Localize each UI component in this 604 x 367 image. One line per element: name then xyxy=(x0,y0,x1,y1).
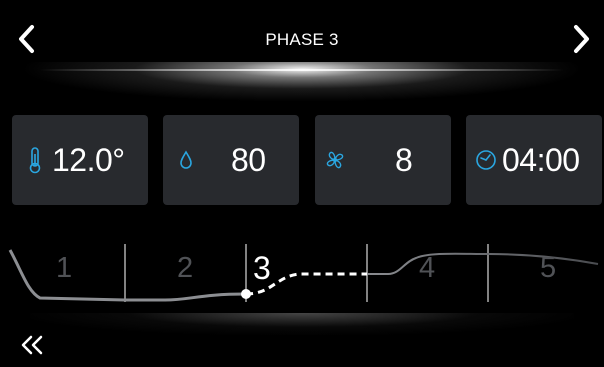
phase-curve-graph xyxy=(8,244,599,302)
humidity-card[interactable]: 80 xyxy=(163,115,299,205)
phase-label-2[interactable]: 2 xyxy=(177,252,193,285)
phase-label-5[interactable]: 5 xyxy=(540,252,556,285)
time-card[interactable]: 04:00 xyxy=(466,115,602,205)
page-title: PHASE 3 xyxy=(265,30,339,49)
temperature-value: 12.0° xyxy=(52,142,125,178)
water-drop-icon xyxy=(175,146,197,174)
phase-label-1[interactable]: 1 xyxy=(56,252,72,285)
chevron-right-icon xyxy=(574,25,589,53)
curve-completed xyxy=(8,249,247,302)
curve-upcoming xyxy=(367,252,599,275)
fan-card[interactable]: 8 xyxy=(315,115,451,205)
time-value: 04:00 xyxy=(502,142,580,178)
phase-label-3[interactable]: 3 xyxy=(253,250,271,287)
next-phase-button[interactable] xyxy=(566,22,596,56)
clock-icon xyxy=(472,146,500,174)
humidity-value: 80 xyxy=(231,142,266,178)
footer-glow xyxy=(30,313,574,335)
header-divider xyxy=(40,69,564,71)
thermometer-icon xyxy=(24,146,46,174)
fan-icon xyxy=(321,146,349,174)
temperature-card[interactable]: 12.0° xyxy=(12,115,148,205)
double-chevron-left-icon xyxy=(21,335,43,355)
back-button[interactable] xyxy=(16,330,48,360)
current-position-marker xyxy=(241,289,251,299)
fan-speed-value: 8 xyxy=(395,142,413,178)
header-glow xyxy=(20,62,584,102)
phase-label-4[interactable]: 4 xyxy=(419,252,435,285)
